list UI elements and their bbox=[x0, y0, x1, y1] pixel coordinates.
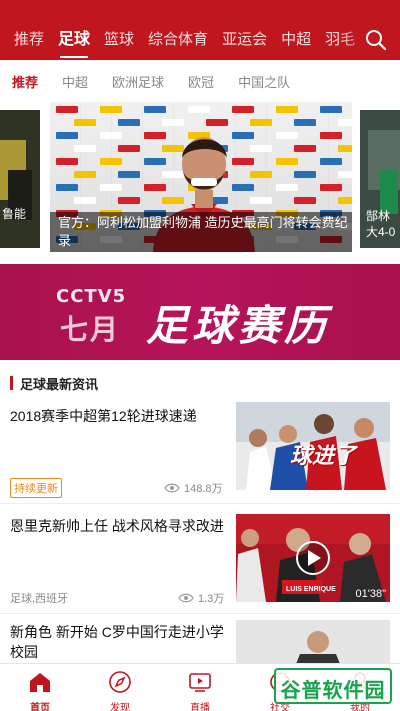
sponsor-logo-tile bbox=[118, 119, 140, 126]
main-slide-caption: 官方：阿利松加盟利物浦 造历史最高门将转会费纪录 bbox=[58, 215, 348, 248]
sponsor-logo-tile bbox=[118, 197, 140, 204]
watermark-text: 谷普软件园 bbox=[280, 680, 386, 702]
next-caption-line2: 大4-0 bbox=[366, 225, 396, 239]
subtab-european-football[interactable]: 欧洲足球 bbox=[112, 72, 164, 91]
subtab-ucl[interactable]: 欧冠 bbox=[188, 72, 214, 91]
search-icon bbox=[366, 30, 387, 51]
sponsor-logo-tile bbox=[320, 106, 342, 113]
top-nav-tabs: 推荐 足球 篮球 综合体育 亚运会 中超 羽毛 bbox=[0, 28, 355, 58]
sponsor-logo-tile bbox=[188, 106, 210, 113]
sponsor-logo-tile bbox=[118, 145, 140, 152]
news-item[interactable]: 恩里克新帅上任 战术风格寻求改进 足球,西班牙 1.3万 LUIS ENRIQU… bbox=[0, 510, 400, 614]
tab-asian-games[interactable]: 亚运会 bbox=[222, 28, 267, 52]
sponsor-logo-tile bbox=[320, 132, 342, 139]
tabbar-home[interactable]: 首页 bbox=[0, 664, 80, 711]
subtab-recommend[interactable]: 推荐 bbox=[12, 72, 38, 91]
tab-general-sports[interactable]: 综合体育 bbox=[148, 28, 208, 52]
sponsor-logo-tile bbox=[276, 184, 298, 191]
thumbnail-overlay-text: 球进了 bbox=[290, 443, 357, 468]
news-thumbnail: 球进了 bbox=[236, 402, 390, 490]
carousel-slide-main[interactable]: 官方：阿利松加盟利物浦 造历史最高门将转会费纪录 bbox=[50, 102, 352, 252]
carousel-slide-prev[interactable]: 鲁能 bbox=[0, 110, 40, 248]
view-count-value: 148.8万 bbox=[184, 483, 223, 495]
next-slide-caption: 郜林 大4-0 bbox=[366, 208, 395, 240]
sponsor-logo-tile bbox=[100, 184, 122, 191]
sponsor-logo-tile bbox=[56, 158, 78, 165]
sponsor-logo-tile bbox=[276, 106, 298, 113]
news-headline: 新角色 新开始 C罗中国行走进小学校园 bbox=[10, 624, 224, 660]
sponsor-logo-tile bbox=[118, 171, 140, 178]
banner-cctv-logo: CCTV5 bbox=[56, 286, 127, 307]
section-header: 足球最新资讯 bbox=[0, 372, 400, 394]
news-source: 足球,西班牙 bbox=[10, 593, 69, 605]
sponsor-logo-tile bbox=[294, 197, 316, 204]
sponsor-logo-tile bbox=[294, 171, 316, 178]
sponsor-logo-tile bbox=[100, 158, 122, 165]
compass-icon bbox=[109, 671, 131, 693]
sponsor-logo-tile bbox=[74, 119, 96, 126]
banner-month: 七月 bbox=[60, 314, 121, 345]
sponsor-logo-tile bbox=[276, 158, 298, 165]
section-title: 足球最新资讯 bbox=[20, 377, 99, 392]
headline-carousel[interactable]: 鲁能 官方：阿利松加盟利物浦 造历史最高门将转会费纪录 郜林 大4-0 bbox=[0, 102, 400, 252]
eye-icon bbox=[178, 593, 194, 603]
sponsor-logo-tile bbox=[320, 184, 342, 191]
carousel-slide-next[interactable]: 郜林 大4-0 bbox=[360, 110, 400, 248]
banner-title: 足球赛历 bbox=[146, 302, 331, 349]
sponsor-logo-tile bbox=[294, 119, 316, 126]
view-count-value: 1.3万 bbox=[198, 593, 225, 605]
tabbar-discover-label: 发现 bbox=[110, 703, 130, 711]
news-thumbnail bbox=[236, 620, 390, 664]
site-watermark: 谷普软件园 bbox=[274, 668, 392, 704]
news-headline: 恩里克新帅上任 战术风格寻求改进 bbox=[10, 518, 224, 534]
sub-nav: 推荐 中超 欧洲足球 欧冠 中国之队 bbox=[0, 60, 400, 102]
sponsor-logo-tile bbox=[100, 106, 122, 113]
sponsor-logo-tile bbox=[338, 197, 352, 204]
sponsor-logo-tile bbox=[74, 171, 96, 178]
subtab-china-team[interactable]: 中国之队 bbox=[238, 72, 290, 91]
eye-icon bbox=[164, 483, 180, 493]
sponsor-logo-tile bbox=[56, 106, 78, 113]
sponsor-logo-tile bbox=[294, 145, 316, 152]
view-count: 1.3万 bbox=[178, 590, 224, 606]
sponsor-logo-tile bbox=[276, 132, 298, 139]
search-button[interactable] bbox=[362, 26, 390, 54]
sponsor-logo-tile bbox=[56, 184, 78, 191]
news-headline: 2018赛季中超第12轮进球速递 bbox=[10, 408, 197, 424]
tabbar-discover[interactable]: 发现 bbox=[80, 664, 160, 711]
subtab-csl[interactable]: 中超 bbox=[62, 72, 88, 91]
news-thumbnail: LUIS ENRIQUE 01'38" bbox=[236, 514, 390, 602]
live-update-badge: 持续更新 bbox=[10, 478, 62, 498]
tab-football[interactable]: 足球 bbox=[58, 28, 90, 58]
fixtures-banner[interactable]: CCTV5 七月 足球赛历 bbox=[0, 264, 400, 360]
section-accent-bar bbox=[10, 376, 13, 390]
tv-play-icon bbox=[189, 673, 211, 692]
news-item[interactable]: 2018赛季中超第12轮进球速递 持续更新 148.8万 球进了 bbox=[0, 400, 400, 504]
prev-slide-image bbox=[0, 110, 40, 248]
tabbar-live[interactable]: 直播 bbox=[160, 664, 240, 711]
tabbar-live-label: 直播 bbox=[190, 703, 210, 711]
tabbar-home-label: 首页 bbox=[30, 703, 50, 711]
sponsor-logo-tile bbox=[74, 145, 96, 152]
home-icon bbox=[30, 673, 50, 692]
sponsor-logo-tile bbox=[320, 158, 342, 165]
sponsor-logo-tile bbox=[338, 171, 352, 178]
sponsor-logo-tile bbox=[100, 132, 122, 139]
next-caption-line1: 郜林 bbox=[366, 209, 391, 223]
thumbnail-shirt-text: LUIS ENRIQUE bbox=[286, 586, 336, 593]
sponsor-logo-tile bbox=[338, 145, 352, 152]
video-duration: 01'38" bbox=[355, 588, 386, 600]
sponsor-logo-tile bbox=[56, 132, 78, 139]
ronaldo-school-image bbox=[236, 620, 390, 664]
sponsor-logo-tile bbox=[338, 119, 352, 126]
tab-csl[interactable]: 中超 bbox=[281, 28, 311, 52]
view-count: 148.8万 bbox=[164, 480, 223, 496]
tab-recommend[interactable]: 推荐 bbox=[14, 28, 44, 52]
tab-basketball[interactable]: 篮球 bbox=[104, 28, 134, 52]
sponsor-logo-tile bbox=[144, 106, 166, 113]
sponsor-logo-tile bbox=[232, 106, 254, 113]
sponsor-logo-tile bbox=[74, 197, 96, 204]
prev-slide-caption: 鲁能 bbox=[2, 207, 27, 221]
